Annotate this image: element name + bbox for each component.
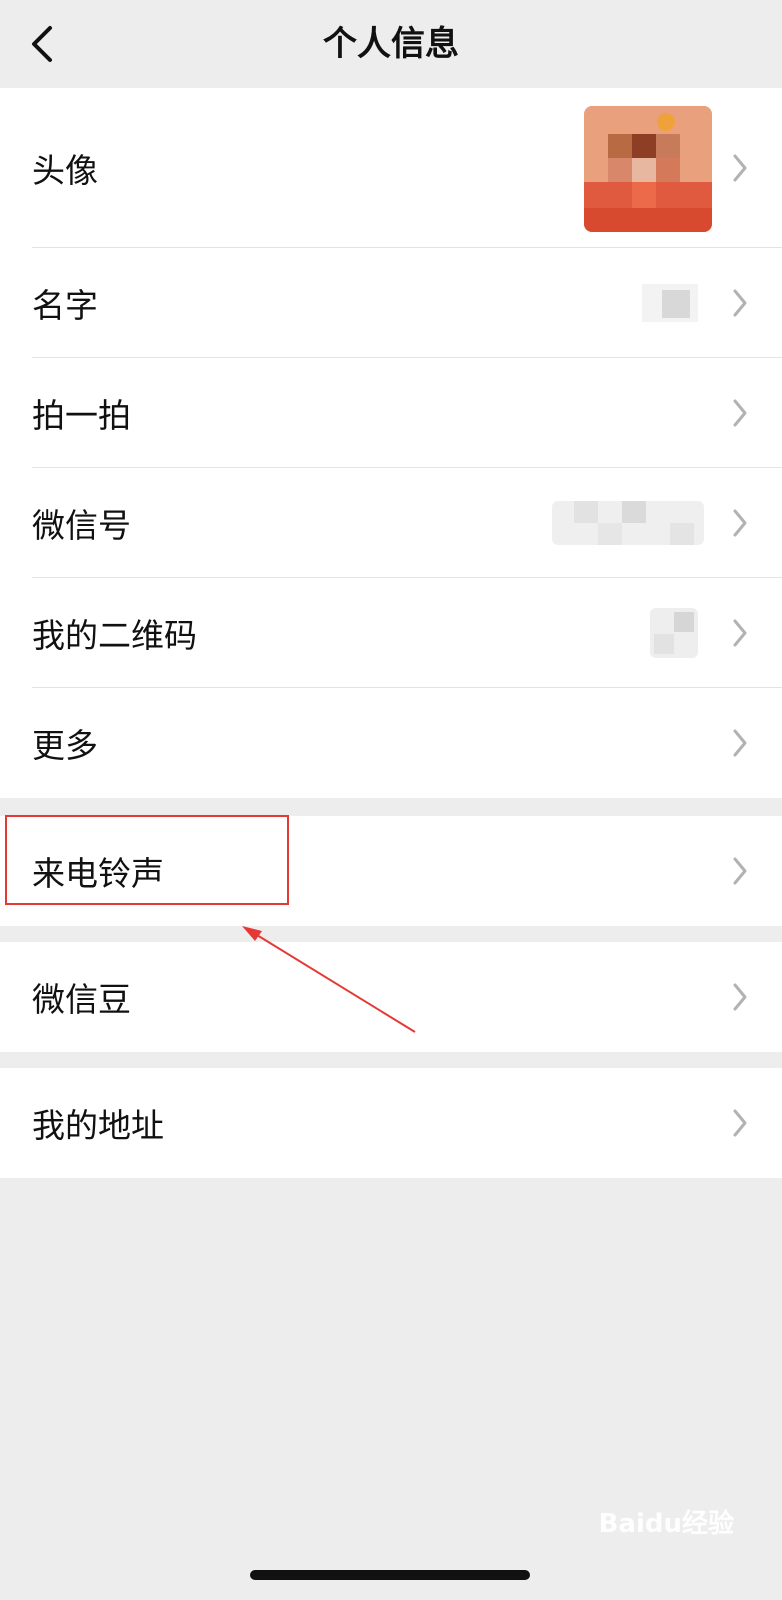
chevron-right-icon: [733, 729, 747, 757]
chevron-right-icon: [733, 983, 747, 1011]
highlight-box: [5, 815, 289, 905]
row-more[interactable]: 更多: [0, 688, 782, 798]
row-label: 名字: [32, 286, 98, 325]
row-label: 我的二维码: [32, 616, 197, 655]
row-label: 拍一拍: [32, 396, 131, 435]
row-label: 微信号: [32, 506, 131, 545]
row-my-address[interactable]: 我的地址: [0, 1068, 782, 1178]
beans-group: 微信豆: [0, 942, 782, 1052]
chevron-right-icon: [733, 1109, 747, 1137]
chevron-right-icon: [733, 619, 747, 647]
row-label: 微信豆: [32, 980, 131, 1019]
chevron-right-icon: [733, 857, 747, 885]
row-wechat-id[interactable]: 微信号: [0, 468, 782, 578]
qr-code-icon: [650, 608, 698, 658]
address-group: 我的地址: [0, 1068, 782, 1178]
page-title: 个人信息: [323, 24, 459, 64]
profile-group: 头像 名字 拍一拍 微信号 我的二维码 更多: [0, 88, 782, 798]
row-name[interactable]: 名字: [0, 248, 782, 358]
row-avatar[interactable]: 头像: [0, 88, 782, 248]
avatar[interactable]: [584, 106, 712, 232]
navigation-bar: 个人信息: [0, 0, 782, 88]
row-qr-code[interactable]: 我的二维码: [0, 578, 782, 688]
row-label: 我的地址: [32, 1106, 164, 1145]
watermark: Baidu经验: [598, 1509, 734, 1539]
home-indicator[interactable]: [250, 1570, 530, 1580]
chevron-right-icon: [733, 154, 747, 182]
name-value-blurred: [642, 284, 698, 322]
chevron-right-icon: [733, 399, 747, 427]
row-label: 更多: [32, 726, 98, 765]
chevron-right-icon: [733, 289, 747, 317]
row-wechat-beans[interactable]: 微信豆: [0, 942, 782, 1052]
row-pat[interactable]: 拍一拍: [0, 358, 782, 468]
wechat-id-value-blurred: [552, 501, 704, 545]
chevron-right-icon: [733, 509, 747, 537]
row-label: 头像: [32, 151, 98, 190]
